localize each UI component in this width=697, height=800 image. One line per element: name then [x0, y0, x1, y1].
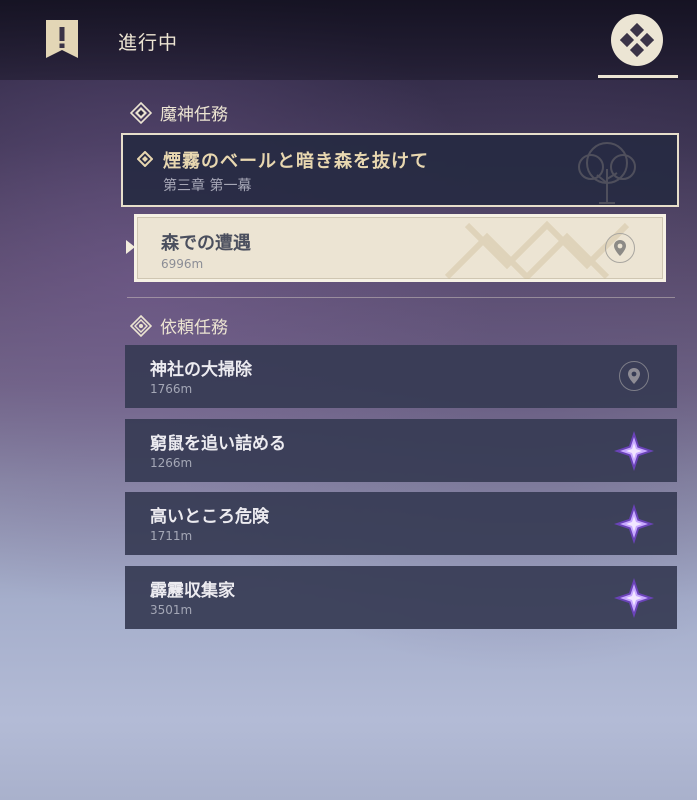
- track-location-button[interactable]: [605, 233, 635, 263]
- commission-quest-row[interactable]: 高いところ危険 1711m: [125, 492, 677, 555]
- commission-section-header: 依頼任務: [130, 313, 228, 338]
- archon-quest-chapter: 第三章 第一幕: [163, 178, 252, 194]
- subquest-title: 森での遭遇: [161, 233, 251, 254]
- map-pin-icon: [628, 368, 640, 384]
- commission-quest-distance: 1711m: [150, 529, 193, 543]
- commission-quest-icon: [130, 314, 152, 337]
- page-title: 進行中: [118, 32, 179, 54]
- commission-quest-distance: 1266m: [150, 456, 193, 470]
- archon-quest-card[interactable]: 煙霧のベールと暗き森を抜けて 第三章 第一幕: [121, 133, 679, 207]
- archon-quest-title: 煙霧のベールと暗き森を抜けて: [163, 151, 429, 172]
- navigation-dpad-icon: [620, 23, 654, 57]
- commission-quest-title: 高いところ危険: [150, 507, 269, 527]
- quest-diamond-icon: [137, 151, 153, 167]
- section-divider: [127, 297, 675, 298]
- tree-emblem-icon: [578, 142, 636, 204]
- quest-book-icon[interactable]: [44, 18, 80, 60]
- subquest-card[interactable]: 森での遭遇 6996m: [134, 214, 666, 282]
- archon-quest-icon: [130, 101, 152, 124]
- commission-quest-distance: 3501m: [150, 603, 193, 617]
- track-location-button[interactable]: [619, 361, 649, 391]
- top-bar: 進行中: [0, 0, 697, 80]
- commission-quest-title: 霹靂収集家: [150, 581, 235, 601]
- commission-quest-title: 神社の大掃除: [150, 360, 252, 380]
- nav-tab-underline: [598, 75, 678, 78]
- purple-star-icon: [614, 504, 654, 544]
- navigation-button[interactable]: [611, 14, 663, 66]
- purple-star-icon: [614, 578, 654, 618]
- purple-star-icon: [614, 431, 654, 471]
- subquest-distance: 6996m: [161, 257, 204, 271]
- commission-quest-row[interactable]: 窮鼠を追い詰める 1266m: [125, 419, 677, 482]
- commission-quest-row[interactable]: 霹靂収集家 3501m: [125, 566, 677, 629]
- archon-section-header: 魔神任務: [130, 100, 228, 125]
- commission-quest-title: 窮鼠を追い詰める: [150, 434, 286, 454]
- commission-quest-distance: 1766m: [150, 382, 193, 396]
- archon-section-label: 魔神任務: [160, 105, 228, 125]
- commission-quest-row[interactable]: 神社の大掃除 1766m: [125, 345, 677, 408]
- map-pin-icon: [614, 240, 626, 256]
- commission-section-label: 依頼任務: [160, 318, 228, 338]
